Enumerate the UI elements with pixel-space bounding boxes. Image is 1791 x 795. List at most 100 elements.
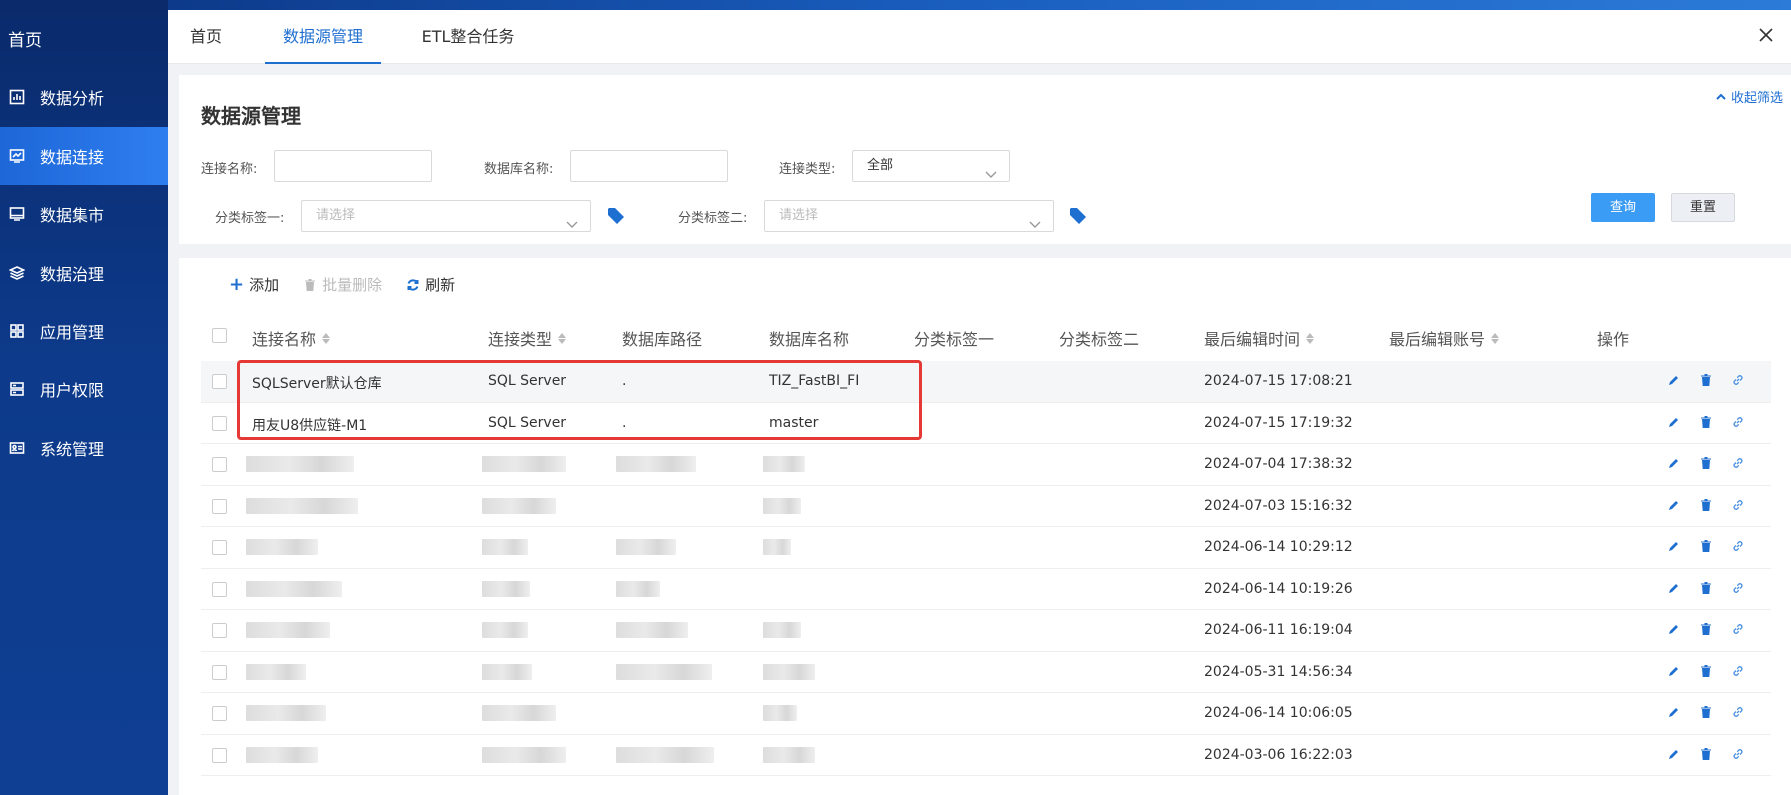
link-icon[interactable] — [1731, 415, 1745, 429]
db-name-input[interactable] — [570, 150, 728, 182]
edit-icon[interactable] — [1667, 498, 1681, 512]
trash-icon[interactable] — [1699, 581, 1713, 595]
col-header-actions: 操作 — [1597, 330, 1630, 349]
row-checkbox[interactable] — [212, 498, 227, 514]
table-row[interactable]: 2024-06-14 10:19:26 — [201, 569, 1771, 610]
trash-icon[interactable] — [1699, 705, 1713, 719]
sort-icon — [558, 332, 567, 344]
cell-last-edit-time: 2024-07-04 17:38:32 — [1204, 456, 1353, 472]
link-icon[interactable] — [1731, 664, 1745, 678]
collapse-filter-toggle[interactable]: 收起筛选 — [1715, 87, 1783, 106]
conn-name-input[interactable] — [274, 150, 432, 182]
trash-icon[interactable] — [1699, 539, 1713, 553]
link-icon[interactable] — [1731, 456, 1745, 470]
row-checkbox[interactable] — [212, 415, 227, 431]
link-icon[interactable] — [1731, 705, 1745, 719]
trash-icon[interactable] — [1699, 747, 1713, 761]
table-row[interactable]: 用友U8供应链-M1 SQL Server. master 2024-07-15 17… — [201, 403, 1771, 444]
link-icon[interactable] — [1731, 539, 1745, 553]
cell-path: . — [622, 373, 627, 389]
add-button[interactable]: + 添加 — [229, 274, 279, 295]
query-button[interactable]: 查询 — [1591, 193, 1655, 222]
link-icon[interactable] — [1731, 498, 1745, 512]
tab-datasource-management[interactable]: 数据源管理 — [265, 10, 381, 64]
row-checkbox[interactable] — [212, 706, 227, 721]
sidebar: 首页 数据分析 数据连接 数据集市 数据治理 应用管理 用户权限 系统管理 — [0, 0, 168, 795]
table-panel: + 添加 批量删除 刷新 连接名称 连接类型 数据库路径 数据库名称 分类标签一… — [179, 258, 1791, 795]
link-icon[interactable] — [1731, 581, 1745, 595]
table-row[interactable]: 2024-06-14 10:06:05 — [201, 693, 1771, 735]
edit-icon[interactable] — [1667, 705, 1681, 719]
col-header-last-edit-time[interactable]: 最后编辑时间 — [1204, 326, 1315, 350]
trash-icon[interactable] — [1699, 456, 1713, 470]
link-icon[interactable] — [1731, 373, 1745, 387]
sidebar-item-app-management[interactable]: 应用管理 — [0, 302, 168, 360]
sidebar-item-data-governance[interactable]: 数据治理 — [0, 244, 168, 302]
sidebar-item-data-analysis[interactable]: 数据分析 — [0, 68, 168, 126]
trash-icon[interactable] — [1699, 415, 1713, 429]
sidebar-item-data-connection[interactable]: 数据连接 — [0, 127, 168, 185]
table-row[interactable]: 2024-07-03 15:16:32 — [201, 486, 1771, 527]
trash-icon[interactable] — [1699, 498, 1713, 512]
tag2-select[interactable]: 请选择 — [764, 200, 1054, 232]
link-icon[interactable] — [1731, 622, 1745, 636]
select-all-checkbox[interactable] — [212, 328, 227, 343]
sidebar-item-label: 数据治理 — [40, 265, 105, 284]
tag1-placeholder: 请选择 — [316, 208, 356, 223]
col-header-conn-name[interactable]: 连接名称 — [252, 326, 331, 350]
sidebar-item-data-mart[interactable]: 数据集市 — [0, 185, 168, 243]
edit-icon[interactable] — [1667, 415, 1681, 429]
sidebar-item-user-permission[interactable]: 用户权限 — [0, 360, 168, 418]
trash-icon[interactable] — [1699, 622, 1713, 636]
edit-icon[interactable] — [1667, 747, 1681, 761]
cell-last-edit-time: 2024-06-14 10:19:26 — [1204, 580, 1353, 597]
refresh-button[interactable]: 刷新 — [406, 274, 455, 295]
edit-icon[interactable] — [1667, 373, 1681, 387]
row-actions — [1667, 415, 1745, 429]
tab-home[interactable]: 首页 — [186, 10, 226, 64]
row-checkbox[interactable] — [212, 747, 227, 763]
edit-icon[interactable] — [1667, 664, 1681, 678]
redacted-cell — [482, 705, 556, 721]
redacted-cell — [246, 497, 358, 514]
tab-etl-tasks[interactable]: ETL整合任务 — [418, 10, 518, 64]
redacted-cell — [246, 746, 318, 763]
sidebar-home[interactable]: 首页 — [8, 26, 42, 51]
edit-icon[interactable] — [1667, 581, 1681, 595]
close-icon[interactable] — [1757, 26, 1777, 46]
tag-icon[interactable] — [1068, 206, 1088, 226]
trash-icon[interactable] — [1699, 373, 1713, 387]
tag1-select[interactable]: 请选择 — [301, 200, 591, 232]
table-row[interactable]: 2024-07-04 17:38:32 — [201, 444, 1771, 486]
connection-icon — [8, 147, 26, 165]
tag-icon[interactable] — [606, 206, 626, 226]
redacted-cell — [482, 746, 566, 763]
col-header-last-edit-account[interactable]: 最后编辑账号 — [1389, 326, 1500, 350]
table-row[interactable]: 2024-06-11 16:19:04 — [201, 610, 1771, 652]
row-checkbox[interactable] — [212, 540, 227, 555]
cell-last-edit-time: 2024-06-14 10:29:12 — [1204, 539, 1353, 555]
reset-button[interactable]: 重置 — [1671, 193, 1735, 222]
table-row[interactable]: 2024-06-14 10:29:12 — [201, 527, 1771, 569]
sidebar-item-label: 数据集市 — [40, 206, 105, 225]
row-checkbox[interactable] — [212, 623, 227, 638]
conn-type-select[interactable]: 全部 — [852, 150, 1010, 182]
link-icon[interactable] — [1731, 747, 1745, 761]
sidebar-item-system-management[interactable]: 系统管理 — [0, 419, 168, 477]
trash-icon[interactable] — [1699, 664, 1713, 678]
chevron-down-icon — [566, 211, 578, 228]
edit-icon[interactable] — [1667, 622, 1681, 636]
row-checkbox[interactable] — [212, 374, 227, 389]
batch-delete-label: 批量删除 — [322, 276, 383, 294]
table-row[interactable]: SQLServer默认仓库 SQL Server. TIZ_FastBI_FI 202… — [201, 361, 1771, 403]
edit-icon[interactable] — [1667, 539, 1681, 553]
batch-delete-button[interactable]: 批量删除 — [303, 274, 382, 295]
edit-icon[interactable] — [1667, 456, 1681, 470]
col-header-db-path: 数据库路径 — [622, 330, 703, 349]
table-row[interactable]: 2024-03-06 16:22:03 — [201, 735, 1771, 776]
table-row[interactable]: 2024-05-31 14:56:34 — [201, 652, 1771, 693]
row-checkbox[interactable] — [212, 457, 227, 472]
col-header-conn-type[interactable]: 连接类型 — [488, 326, 567, 350]
row-checkbox[interactable] — [212, 664, 227, 680]
row-checkbox[interactable] — [212, 581, 227, 597]
